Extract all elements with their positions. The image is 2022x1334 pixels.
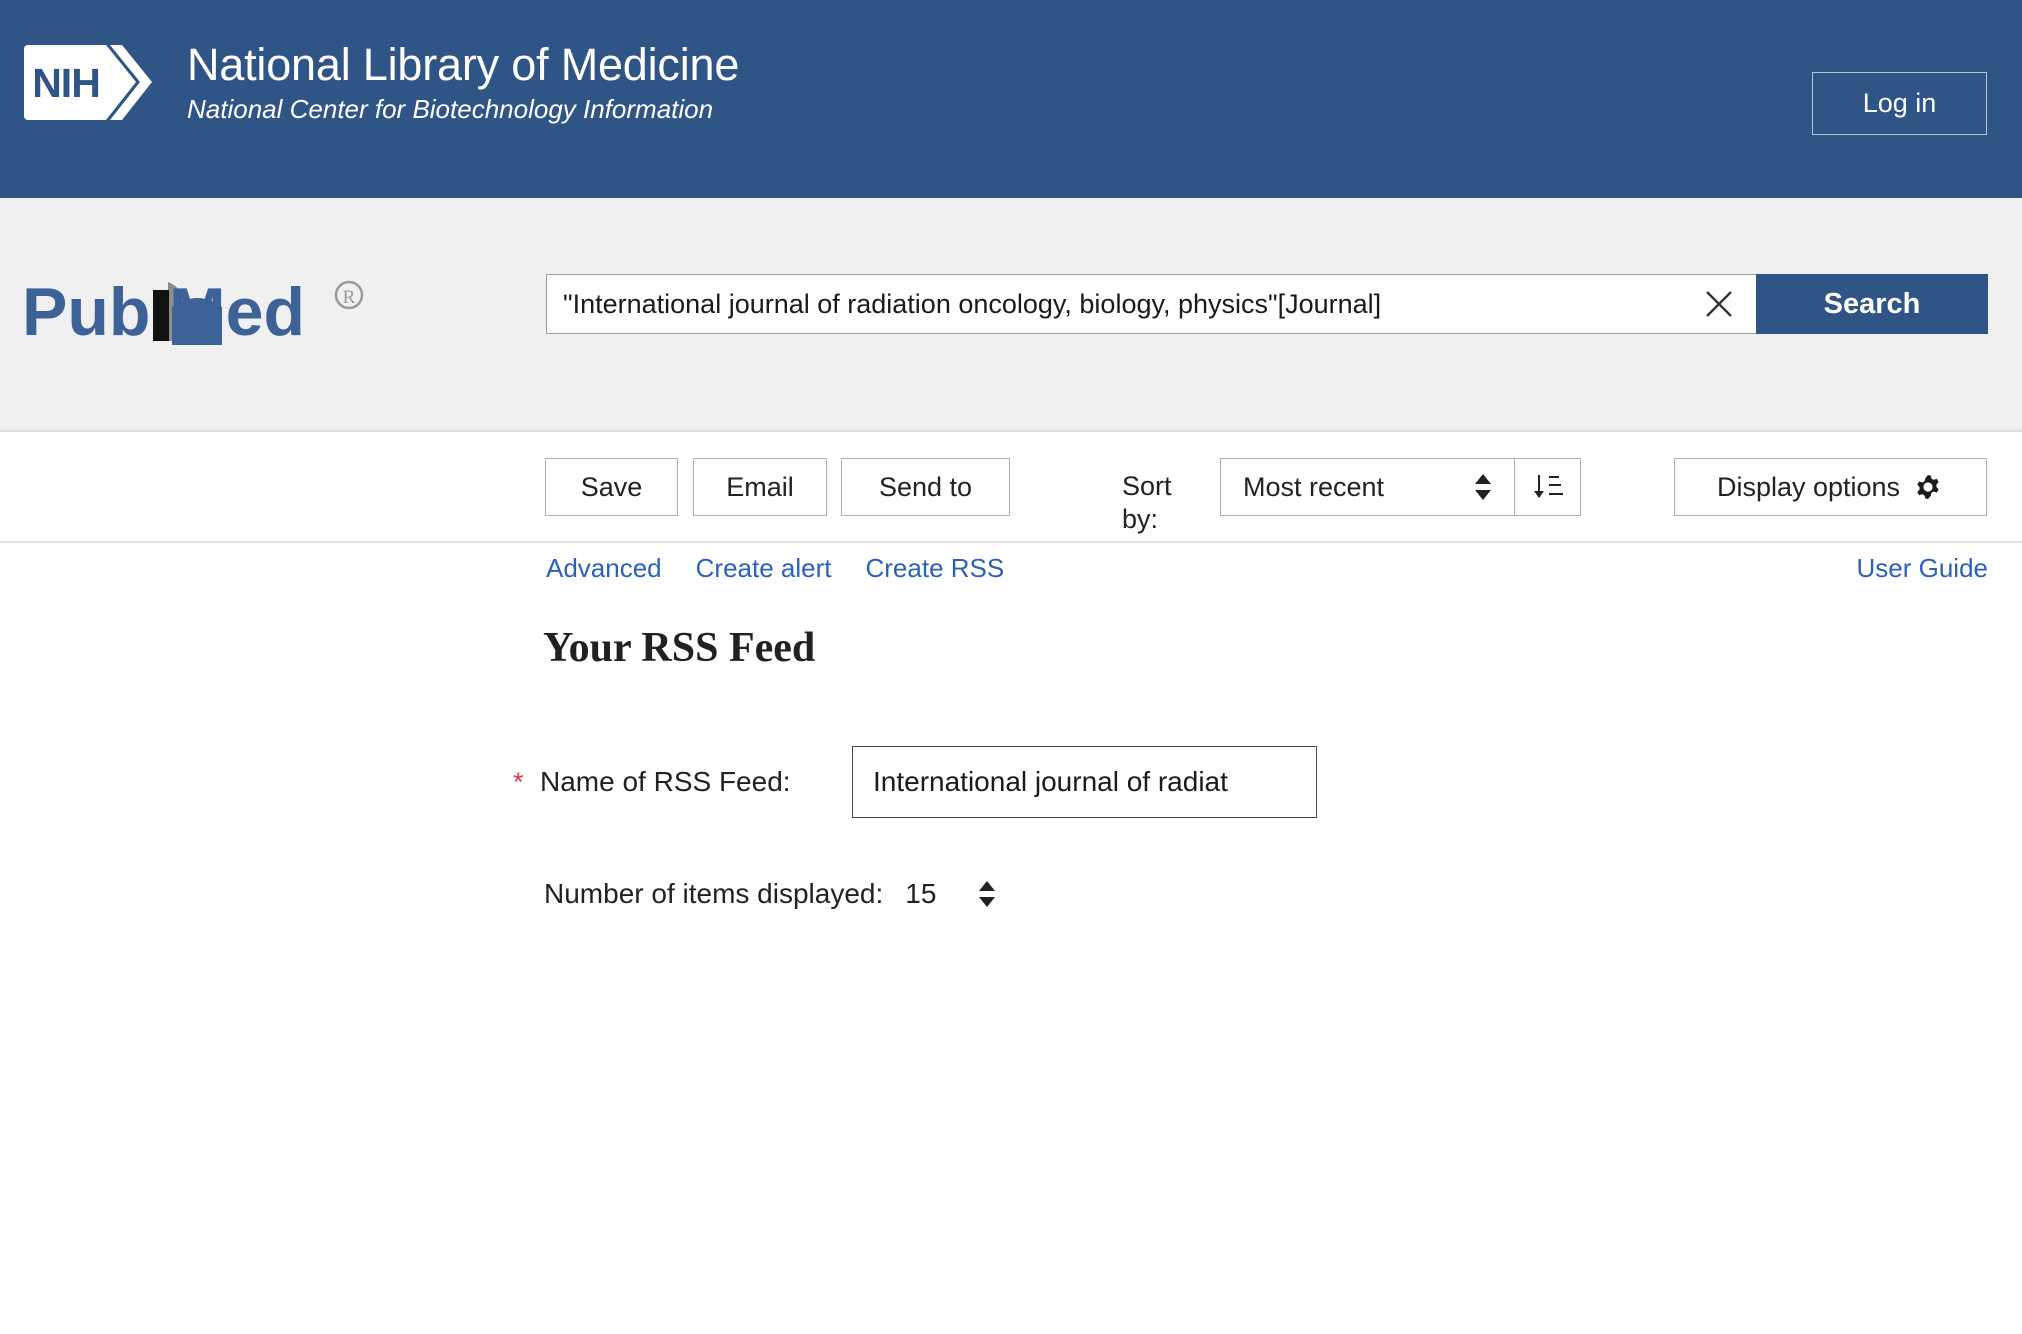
display-options-label: Display options [1716, 471, 1901, 502]
pubmed-search-bar: Pub Med R Search Advanced Create alert C… [0, 198, 2022, 583]
agency-subtitle: National Center for Biotechnology Inform… [187, 94, 714, 124]
advanced-search-link[interactable]: Advanced [546, 553, 662, 584]
send-to-button[interactable]: Send to [841, 458, 1010, 516]
nih-header: NIH National Library of Medicine Nationa… [0, 0, 2022, 198]
search-form: Search [546, 274, 1988, 334]
agency-title: National Library of Medicine [187, 39, 740, 90]
rss-items-stepper[interactable] [975, 878, 999, 910]
rss-name-label: Name of RSS Feed: [540, 766, 791, 797]
sort-select-value: Most recent [1243, 471, 1385, 502]
email-button[interactable]: Email [693, 458, 827, 516]
chevron-updown-icon [1475, 474, 1491, 500]
display-options-button[interactable]: Display options [1674, 458, 1987, 516]
create-alert-link[interactable]: Create alert [696, 553, 832, 584]
rss-items-label: Number of items displayed: [544, 878, 884, 909]
svg-text:R: R [343, 287, 356, 308]
rss-items-value: 15 [905, 878, 937, 909]
rss-name-input[interactable] [852, 746, 1317, 818]
nih-logo-icon: NIH [24, 45, 152, 120]
sort-select[interactable]: Most recent [1221, 459, 1514, 515]
sort-by-label: Sort by: [1122, 471, 1172, 534]
create-rss-link[interactable]: Create RSS [866, 553, 1005, 584]
required-marker: * [513, 766, 524, 797]
results-toolbar: Save Email Send to Sort by: Most recent … [0, 432, 2022, 543]
nih-branding: NIH National Library of Medicine Nationa… [24, 35, 739, 130]
sort-descending-icon [1533, 475, 1563, 498]
save-button[interactable]: Save [545, 458, 678, 516]
svg-text:Pub: Pub [22, 274, 150, 350]
svg-text:Med: Med [169, 274, 305, 350]
search-helper-links: Advanced Create alert Create RSS [546, 553, 1004, 584]
search-button[interactable]: Search [1756, 274, 1988, 334]
login-button[interactable]: Log in [1812, 72, 1987, 135]
clear-search-icon[interactable] [1681, 274, 1756, 334]
sort-controls: Most recent [1220, 458, 1581, 516]
close-icon [1705, 291, 1732, 317]
pubmed-logo: Pub Med R [22, 274, 364, 350]
svg-text:NIH: NIH [32, 60, 100, 106]
user-guide-link[interactable]: User Guide [1857, 553, 1989, 584]
search-input[interactable] [546, 274, 1681, 334]
rss-items-row: Number of items displayed: 15 [544, 878, 999, 910]
sort-direction-button[interactable] [1514, 459, 1580, 515]
chevron-updown-icon [979, 881, 996, 907]
page-title: Your RSS Feed [543, 625, 816, 671]
rss-name-row: * Name of RSS Feed: [513, 746, 1317, 818]
gear-icon [1917, 475, 1939, 499]
